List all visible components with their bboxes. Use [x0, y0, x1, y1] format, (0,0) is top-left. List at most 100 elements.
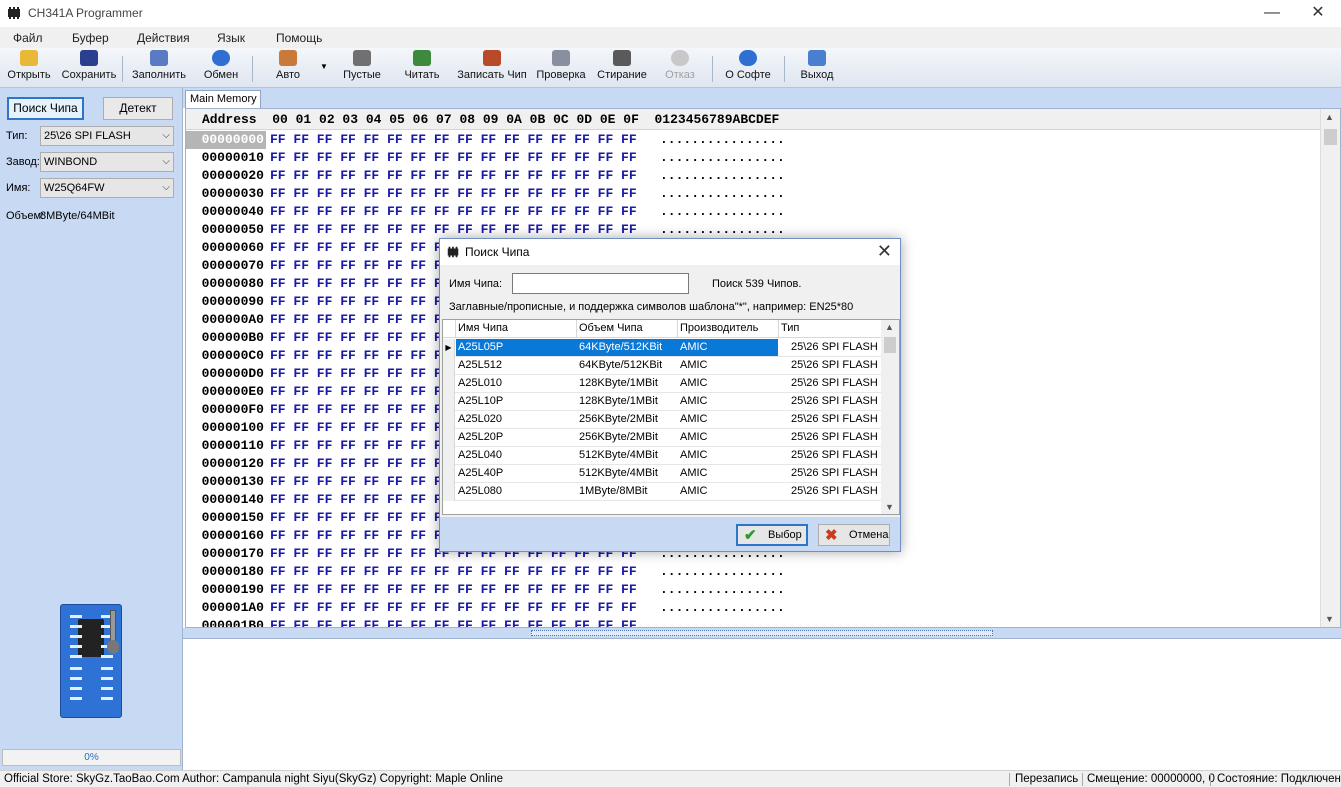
cross-icon: ✖ — [825, 527, 838, 544]
hex-address: 00000080 — [201, 276, 264, 291]
hex-row[interactable]: 00000020 FF FF FF FF FF FF FF FF FF FF FF… — [186, 167, 1320, 185]
table-row[interactable]: A25L40P 512KByte/4MBit AMIC 25\26 SPI FLASH — [443, 465, 881, 483]
blank-check-button[interactable]: Пустые — [338, 50, 386, 86]
hex-ascii[interactable]: ................ — [658, 599, 785, 617]
hex-ascii[interactable]: ................ — [658, 185, 785, 203]
hex-bytes[interactable]: FF FF FF FF FF FF FF FF FF FF FF FF FF F… — [266, 221, 658, 239]
erase-icon — [613, 50, 631, 66]
scroll-up-icon[interactable]: ▲ — [885, 322, 894, 332]
table-scrollbar[interactable]: ▲ ▼ — [881, 320, 899, 514]
cell-manufacturer: AMIC — [680, 377, 708, 389]
select-button[interactable]: ✔ Выбор — [736, 524, 808, 546]
maximize-button[interactable] — [1251, 0, 1297, 27]
col-chip-size[interactable]: Объем Чипа — [579, 322, 643, 334]
menu-language[interactable]: Язык — [217, 31, 245, 45]
row-indicator: ▶ — [443, 339, 455, 357]
checkmark-icon: ✔ — [744, 527, 757, 544]
hex-ascii[interactable]: ................ — [658, 131, 785, 149]
exit-button[interactable]: Выход — [798, 50, 836, 86]
splitter[interactable] — [183, 628, 1341, 638]
hex-bytes[interactable]: FF FF FF FF FF FF FF FF FF FF FF FF FF F… — [266, 599, 658, 617]
chip-name-input[interactable] — [512, 273, 689, 294]
hex-row[interactable]: 000001A0 FF FF FF FF FF FF FF FF FF FF FF… — [186, 599, 1320, 617]
cancel-button[interactable]: ✖ Отмена — [818, 524, 890, 546]
hex-bytes[interactable]: FF FF FF FF FF FF FF FF FF FF FF FF FF F… — [266, 581, 658, 599]
table-row[interactable]: A25L20P 256KByte/2MBit AMIC 25\26 SPI FLASH — [443, 429, 881, 447]
hex-row[interactable]: 00000040 FF FF FF FF FF FF FF FF FF FF FF… — [186, 203, 1320, 221]
hex-bytes[interactable]: FF FF FF FF FF FF FF FF FF FF FF FF FF F… — [266, 149, 658, 167]
hex-ascii[interactable]: ................ — [658, 221, 785, 239]
vendor-select[interactable]: WINBOND ⌵ — [40, 152, 174, 172]
fill-button[interactable]: Заполнить — [130, 50, 188, 86]
menu-buffer[interactable]: Буфер — [72, 31, 109, 45]
hex-row[interactable]: 00000180 FF FF FF FF FF FF FF FF FF FF FF… — [186, 563, 1320, 581]
hex-address: 00000020 — [201, 168, 264, 183]
hex-address: 000000F0 — [201, 402, 264, 417]
splitter-grip[interactable] — [531, 630, 993, 636]
scroll-up-icon[interactable]: ▲ — [1325, 112, 1334, 122]
swap-button[interactable]: Обмен — [198, 50, 244, 86]
cancel-operation-button[interactable]: Отказ — [660, 50, 700, 86]
chip-name-select[interactable]: W25Q64FW ⌵ — [40, 178, 174, 198]
hex-bytes[interactable]: FF FF FF FF FF FF FF FF FF FF FF FF FF F… — [266, 563, 658, 581]
scroll-down-icon[interactable]: ▼ — [1325, 614, 1334, 624]
cell-chip-size: 256KByte/2MBit — [579, 413, 658, 425]
tab-main-memory[interactable]: Main Memory — [185, 90, 261, 108]
table-row[interactable]: A25L020 256KByte/2MBit AMIC 25\26 SPI FLASH — [443, 411, 881, 429]
open-button[interactable]: Открыть — [4, 50, 54, 86]
hex-bytes[interactable]: FF FF FF FF FF FF FF FF FF FF FF FF FF F… — [266, 617, 658, 627]
save-button[interactable]: Сохранить — [60, 50, 118, 86]
chevron-down-icon: ⌵ — [162, 182, 170, 193]
auto-button[interactable]: Авто — [266, 50, 310, 86]
hex-ascii[interactable]: ................ — [658, 581, 785, 599]
write-chip-button[interactable]: Записать Чип — [455, 50, 529, 86]
col-type[interactable]: Тип — [781, 322, 799, 334]
read-button[interactable]: Читать — [400, 50, 444, 86]
about-button[interactable]: О Софте — [724, 50, 772, 86]
hex-bytes[interactable]: FF FF FF FF FF FF FF FF FF FF FF FF FF F… — [266, 185, 658, 203]
auto-dropdown-arrow-icon[interactable]: ▼ — [320, 62, 328, 71]
table-row[interactable]: ▶ A25L05P 64KByte/512KBit AMIC 25\26 SPI FLA… — [443, 339, 881, 357]
hex-ascii[interactable]: ................ — [658, 167, 785, 185]
hex-bytes[interactable]: FF FF FF FF FF FF FF FF FF FF FF FF FF F… — [266, 167, 658, 185]
hex-scrollbar[interactable]: ▲ ▼ — [1320, 109, 1340, 627]
hex-ascii[interactable]: ................ — [658, 203, 785, 221]
hex-row[interactable]: 00000000 FF FF FF FF FF FF FF FF FF FF FF… — [186, 131, 1320, 149]
hex-row[interactable]: 00000190 FF FF FF FF FF FF FF FF FF FF FF… — [186, 581, 1320, 599]
hex-row[interactable]: 000001B0 FF FF FF FF FF FF FF FF FF FF FF… — [186, 617, 1320, 627]
close-icon[interactable]: ✕ — [877, 241, 892, 262]
erase-button[interactable]: Стирание — [595, 50, 649, 86]
search-chip-button[interactable]: Поиск Чипа — [7, 97, 84, 120]
verify-button[interactable]: Проверка — [534, 50, 588, 86]
cell-chip-size: 1MByte/8MBit — [579, 485, 648, 497]
menu-help[interactable]: Помощь — [276, 31, 322, 45]
scroll-down-icon[interactable]: ▼ — [885, 502, 894, 512]
cell-manufacturer: AMIC — [680, 339, 708, 356]
table-row[interactable]: A25L010 128KByte/1MBit AMIC 25\26 SPI FLASH — [443, 375, 881, 393]
hex-bytes[interactable]: FF FF FF FF FF FF FF FF FF FF FF FF FF F… — [266, 131, 658, 149]
row-indicator — [443, 465, 455, 483]
hex-row[interactable]: 00000010 FF FF FF FF FF FF FF FF FF FF FF… — [186, 149, 1320, 167]
table-row[interactable]: A25L512 64KByte/512KBit AMIC 25\26 SPI FLAS… — [443, 357, 881, 375]
chip-results-table[interactable]: Имя Чипа Объем Чипа Производитель Тип ▶ A… — [442, 319, 900, 515]
hex-ascii[interactable]: ................ — [658, 617, 785, 627]
col-manufacturer[interactable]: Производитель — [680, 322, 758, 334]
table-row[interactable]: A25L10P 128KByte/1MBit AMIC 25\26 SPI FLASH — [443, 393, 881, 411]
hex-row[interactable]: 00000050 FF FF FF FF FF FF FF FF FF FF FF… — [186, 221, 1320, 239]
menu-file[interactable]: Файл — [13, 31, 43, 45]
close-window-button[interactable]: ✕ — [1295, 0, 1341, 27]
hex-row[interactable]: 00000030 FF FF FF FF FF FF FF FF FF FF FF… — [186, 185, 1320, 203]
hex-ascii[interactable]: ................ — [658, 149, 785, 167]
detect-button[interactable]: Детект — [103, 97, 173, 120]
table-row[interactable]: A25L040 512KByte/4MBit AMIC 25\26 SPI FLASH — [443, 447, 881, 465]
row-indicator — [443, 375, 455, 393]
type-select[interactable]: 25\26 SPI FLASH ⌵ — [40, 126, 174, 146]
scroll-thumb[interactable] — [1324, 129, 1337, 145]
hex-ascii[interactable]: ................ — [658, 563, 785, 581]
save-disk-icon — [80, 50, 98, 66]
table-row[interactable]: A25L080 1MByte/8MBit AMIC 25\26 SPI FLASH — [443, 483, 881, 501]
scroll-thumb[interactable] — [884, 337, 896, 353]
col-chip-name[interactable]: Имя Чипа — [458, 322, 508, 334]
hex-bytes[interactable]: FF FF FF FF FF FF FF FF FF FF FF FF FF F… — [266, 203, 658, 221]
menu-actions[interactable]: Действия — [137, 31, 190, 45]
